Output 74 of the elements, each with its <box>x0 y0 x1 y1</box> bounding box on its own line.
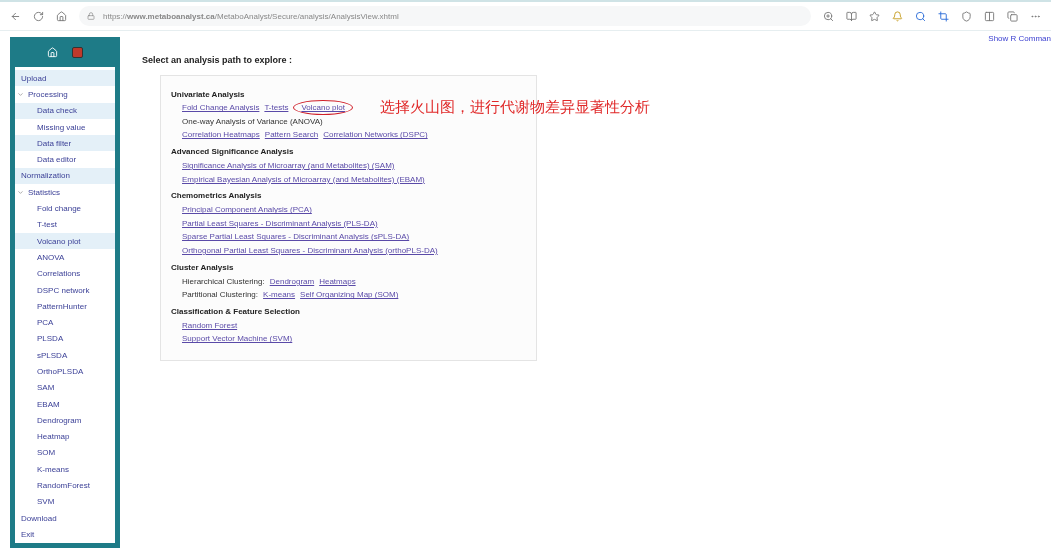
analysis-link[interactable]: Principal Component Analysis (PCA) <box>182 205 312 215</box>
crop-icon[interactable] <box>938 10 949 22</box>
chevron-icon[interactable] <box>17 188 24 196</box>
sidebar-item[interactable]: Upload <box>15 70 115 87</box>
sidebar-item[interactable]: Data filter <box>15 135 115 152</box>
zoom-icon[interactable] <box>823 10 834 22</box>
section-title: Advanced Significance Analysis <box>171 146 295 159</box>
sidebar-item[interactable]: K-means <box>15 461 115 478</box>
section-title: Univariate Analysis <box>171 88 246 101</box>
home-icon[interactable] <box>56 10 67 22</box>
sidebar-item[interactable]: DSPC network <box>15 281 115 299</box>
sidebar-item[interactable]: Data editor <box>15 151 115 168</box>
annotation-text: 选择火山图，进行代谢物差异显著性分析 <box>380 98 650 118</box>
star-icon[interactable] <box>869 10 880 22</box>
address-bar[interactable]: https://www.metaboanalyst.ca/MetaboAnalyst/Secure/analysis/AnalysisView.xhtml <box>79 6 811 26</box>
sidebar-item[interactable]: Heatmap <box>15 428 115 445</box>
sidebar-item[interactable]: Download <box>15 510 115 527</box>
sidebar-item[interactable]: Processing <box>15 86 115 103</box>
sidebar-item[interactable]: PCA <box>15 314 115 331</box>
search-icon[interactable] <box>915 10 926 22</box>
sidebar-item[interactable]: sPLSDA <box>15 347 115 364</box>
analysis-link[interactable]: Heatmaps <box>319 276 356 286</box>
analysis-link[interactable]: Pattern Search <box>264 130 319 140</box>
analysis-link[interactable]: Sparse Partial Least Squares - Discriminant Analysis (sPLS-DA) <box>182 232 410 242</box>
show-r-commands-link[interactable]: Show R Comman <box>988 34 1051 43</box>
analysis-link[interactable]: Significance Analysis of Microarray (and Metabolites) (SAM) <box>182 161 395 171</box>
section-title: Chemometrics Analysis <box>171 190 263 203</box>
sidebar-item[interactable]: Normalization <box>15 167 115 185</box>
analysis-link[interactable]: Empirical Bayesian Analysis of Microarray (and Metabolites) (EBAM) <box>182 174 425 184</box>
analysis-link[interactable]: Orthogonal Partial Least Squares - Discriminant Analysis (orthoPLS-DA) <box>182 246 438 256</box>
analysis-label: Hierarchical Clustering: <box>182 276 265 286</box>
sidebar-item[interactable]: SVM <box>15 493 115 510</box>
sidebar-item[interactable]: SOM <box>15 444 115 462</box>
analysis-link[interactable]: Dendrogram <box>269 276 315 286</box>
sidebar-item[interactable]: T-test <box>15 216 115 233</box>
back-icon[interactable] <box>10 10 21 22</box>
sidebar-item[interactable]: RandomForest <box>15 477 115 494</box>
analysis-link[interactable]: K-means <box>263 290 296 300</box>
sidebar-item[interactable]: Data check <box>15 102 115 119</box>
analysis-link[interactable]: Self Organizing Map (SOM) <box>300 290 399 300</box>
split-icon[interactable] <box>984 10 995 22</box>
sidebar-item[interactable]: SAM <box>15 379 115 396</box>
analysis-link[interactable]: Random Forest <box>182 320 238 330</box>
sidebar-item[interactable]: Exit <box>15 526 115 543</box>
analysis-link[interactable]: Fold Change Analysis <box>182 103 260 113</box>
sidebar-item[interactable]: EBAM <box>15 395 115 413</box>
sidebar-item[interactable]: PLSDA <box>15 330 115 348</box>
reader-icon[interactable] <box>846 10 857 22</box>
lock-icon <box>87 12 95 20</box>
section-title: Classification & Feature Selection <box>171 306 301 319</box>
bell-icon[interactable] <box>892 10 903 22</box>
section-title: Cluster Analysis <box>171 261 235 274</box>
sidebar-item[interactable]: Dendrogram <box>15 412 115 429</box>
analysis-link[interactable]: Correlation Networks (DSPC) <box>323 130 428 140</box>
sidebar-item[interactable]: PatternHunter <box>15 298 115 315</box>
sidebar-item[interactable]: Fold change <box>15 200 115 217</box>
analysis-label: Partitional Clustering: <box>182 290 259 300</box>
page-heading: Select an analysis path to explore : <box>142 55 294 65</box>
analysis-link[interactable]: Partial Least Squares - Discriminant Analysis (PLS-DA) <box>182 218 378 228</box>
analysis-link[interactable]: Correlation Heatmaps <box>182 130 260 140</box>
sidebar-item[interactable]: Statistics <box>15 184 115 201</box>
sidebar-item[interactable]: Correlations <box>15 265 115 282</box>
sidebar-item[interactable]: OrthoPLSDA <box>15 363 115 380</box>
chevron-icon[interactable] <box>17 90 24 98</box>
analysis-link[interactable]: T-tests <box>264 103 289 113</box>
sidebar-item[interactable]: Missing value <box>15 118 115 136</box>
analysis-link[interactable]: Support Vector Machine (SVM) <box>182 334 293 344</box>
analysis-label: One-way Analysis of Variance (ANOVA) <box>182 116 323 126</box>
shield-icon[interactable] <box>961 10 972 22</box>
reload-icon[interactable] <box>33 10 44 22</box>
logo-icon[interactable] <box>72 46 83 58</box>
sidebar-item[interactable]: Volcano plot <box>15 232 115 250</box>
collections-icon[interactable] <box>1007 10 1018 22</box>
sidebar-item[interactable]: ANOVA <box>15 249 115 266</box>
